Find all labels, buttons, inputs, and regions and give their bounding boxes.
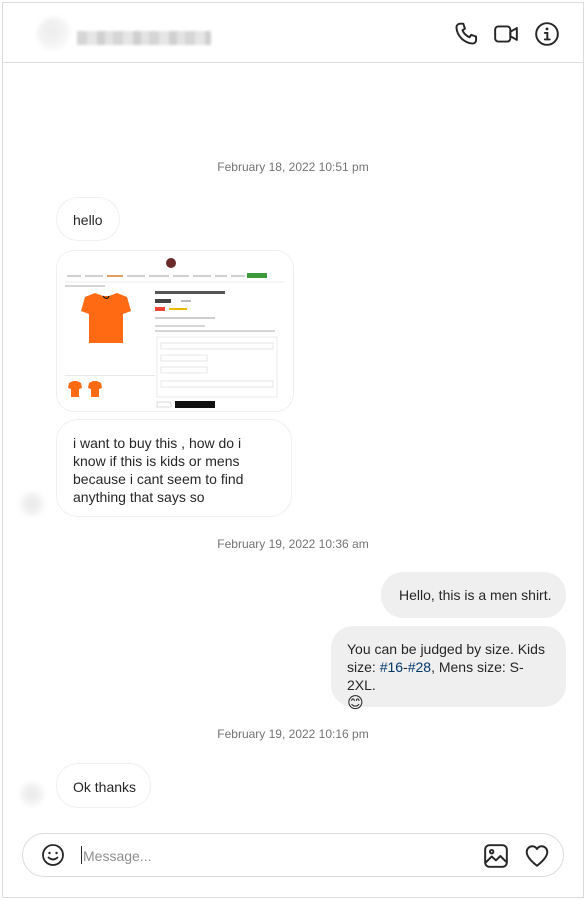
message-line: You can be judged by size. Kids bbox=[347, 641, 545, 657]
chat-header bbox=[3, 3, 583, 63]
hashtag-link[interactable]: #28 bbox=[408, 659, 431, 675]
message-thread[interactable]: February 18, 2022 10:51 pm hello i want … bbox=[3, 63, 583, 833]
avatar[interactable] bbox=[37, 17, 71, 51]
product-page-screenshot bbox=[57, 251, 293, 411]
message-text: Ok thanks bbox=[73, 779, 137, 795]
direct-message-window: February 18, 2022 10:51 pm hello i want … bbox=[2, 2, 584, 898]
outgoing-message[interactable]: You can be judged by size. Kids size: #1… bbox=[331, 626, 566, 712]
message-composer bbox=[22, 833, 564, 877]
incoming-message[interactable]: hello bbox=[56, 197, 120, 241]
smiley-emoji: 😊 bbox=[347, 695, 364, 712]
text-segment: size: bbox=[347, 659, 380, 675]
message-line: anything that says so bbox=[73, 489, 205, 505]
message-text: Hello, this is a men shirt. bbox=[399, 587, 552, 603]
phone-icon[interactable] bbox=[453, 21, 479, 47]
timestamp: February 19, 2022 10:36 am bbox=[217, 537, 369, 551]
sender-avatar[interactable] bbox=[19, 781, 45, 807]
shared-product-image[interactable] bbox=[56, 250, 294, 412]
message-line: i want to buy this , how do i bbox=[73, 435, 242, 451]
info-icon[interactable] bbox=[534, 21, 560, 47]
message-text: hello bbox=[73, 212, 103, 228]
timestamp: February 19, 2022 10:16 pm bbox=[217, 727, 369, 741]
hashtag-link[interactable]: #16 bbox=[380, 659, 403, 675]
heart-icon[interactable] bbox=[524, 843, 550, 869]
outgoing-message[interactable]: Hello, this is a men shirt. bbox=[381, 572, 566, 618]
incoming-message[interactable]: Ok thanks bbox=[56, 763, 151, 808]
timestamp: February 18, 2022 10:51 pm bbox=[217, 160, 369, 174]
incoming-message[interactable]: i want to buy this , how do i know if th… bbox=[56, 419, 292, 517]
message-line: know if this is kids or mens bbox=[73, 453, 240, 469]
image-icon[interactable] bbox=[483, 843, 509, 869]
video-camera-icon[interactable] bbox=[493, 21, 519, 47]
smiley-icon[interactable] bbox=[41, 843, 65, 867]
message-input[interactable] bbox=[81, 844, 465, 868]
sender-avatar[interactable] bbox=[19, 491, 45, 517]
message-line: size: #16-#28, Mens size: S-2XL. bbox=[347, 658, 550, 694]
username-redacted[interactable] bbox=[77, 31, 211, 45]
message-line: because i cant seem to find bbox=[73, 471, 244, 487]
